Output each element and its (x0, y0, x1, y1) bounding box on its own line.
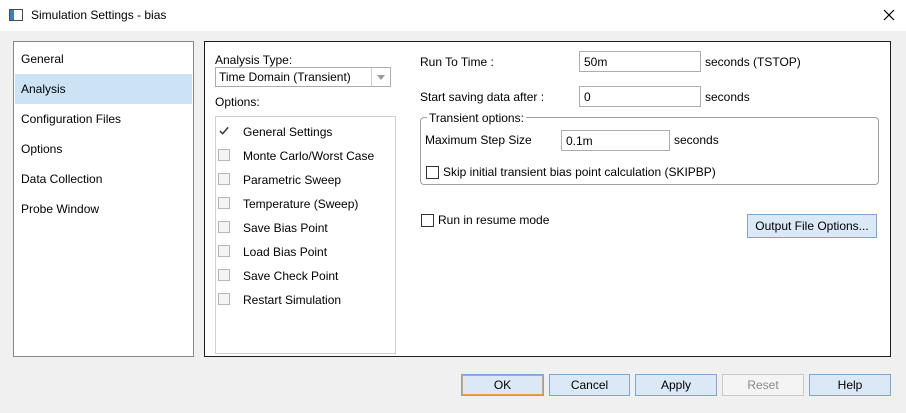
option-checkbox[interactable] (218, 245, 230, 257)
option-checkbox[interactable] (218, 293, 230, 305)
option-checkbox[interactable] (218, 149, 230, 161)
option-label: Restart Simulation (243, 293, 342, 307)
option-label: Monte Carlo/Worst Case (243, 149, 375, 163)
option-save-check-point[interactable]: Save Check Point (216, 266, 395, 286)
app-icon (9, 9, 23, 21)
analysis-type-value: Time Domain (Transient) (219, 70, 351, 84)
options-label: Options: (215, 95, 260, 109)
option-general-settings[interactable]: General Settings (216, 122, 395, 142)
run-to-time-label: Run To Time : (420, 55, 494, 69)
resume-mode-label: Run in resume mode (438, 213, 550, 227)
skipbp-checkbox[interactable] (426, 166, 439, 179)
run-to-time-unit: seconds (TSTOP) (705, 55, 801, 69)
nav-item-general[interactable]: General (15, 44, 192, 74)
max-step-size-label: Maximum Step Size (425, 133, 532, 147)
max-step-size-input[interactable] (561, 130, 670, 151)
analysis-type-label: Analysis Type: (215, 53, 293, 67)
option-checkbox[interactable] (218, 125, 230, 137)
window-title: Simulation Settings - bias (31, 8, 167, 22)
option-temperature-sweep[interactable]: Temperature (Sweep) (216, 194, 395, 214)
option-label: Parametric Sweep (243, 173, 342, 187)
option-checkbox[interactable] (218, 269, 230, 281)
start-saving-unit: seconds (705, 90, 750, 104)
start-saving-input[interactable] (579, 86, 701, 107)
start-saving-label: Start saving data after : (420, 90, 545, 104)
option-parametric-sweep[interactable]: Parametric Sweep (216, 170, 395, 190)
option-checkbox[interactable] (218, 221, 230, 233)
option-restart-simulation[interactable]: Restart Simulation (216, 290, 395, 310)
transient-options-legend: Transient options: (427, 111, 526, 125)
help-button[interactable]: Help (809, 374, 891, 396)
nav-item-probe-window[interactable]: Probe Window (15, 194, 192, 224)
apply-button[interactable]: Apply (635, 374, 717, 396)
analysis-type-dropdown[interactable]: Time Domain (Transient) (215, 67, 391, 87)
reset-button: Reset (722, 374, 804, 396)
nav-item-analysis[interactable]: Analysis (15, 74, 192, 104)
settings-nav: General Analysis Configuration Files Opt… (13, 41, 194, 357)
option-label: Load Bias Point (243, 245, 328, 259)
option-label: Save Bias Point (243, 221, 328, 235)
output-file-options-button[interactable]: Output File Options... (747, 214, 877, 238)
resume-mode-checkbox[interactable] (421, 214, 434, 227)
close-button[interactable] (876, 4, 902, 26)
nav-item-configuration-files[interactable]: Configuration Files (15, 104, 192, 134)
ok-button[interactable]: OK (461, 374, 544, 396)
option-checkbox[interactable] (218, 173, 230, 185)
option-label: General Settings (243, 125, 333, 139)
skipbp-label: Skip initial transient bias point calcul… (443, 165, 716, 179)
options-list: General Settings Monte Carlo/Worst Case … (215, 116, 396, 354)
option-monte-carlo[interactable]: Monte Carlo/Worst Case (216, 146, 395, 166)
option-save-bias-point[interactable]: Save Bias Point (216, 218, 395, 238)
option-label: Temperature (Sweep) (243, 197, 359, 211)
nav-item-options[interactable]: Options (15, 134, 192, 164)
max-step-size-unit: seconds (674, 133, 719, 147)
option-label: Save Check Point (243, 269, 339, 283)
nav-item-data-collection[interactable]: Data Collection (15, 164, 192, 194)
checkmark-icon (219, 126, 229, 135)
analysis-panel: Analysis Type: Time Domain (Transient) O… (204, 41, 891, 357)
option-load-bias-point[interactable]: Load Bias Point (216, 242, 395, 262)
cancel-button[interactable]: Cancel (549, 374, 630, 396)
chevron-down-icon (371, 68, 390, 86)
option-checkbox[interactable] (218, 197, 230, 209)
close-icon (883, 9, 895, 21)
run-to-time-input[interactable] (579, 51, 701, 72)
